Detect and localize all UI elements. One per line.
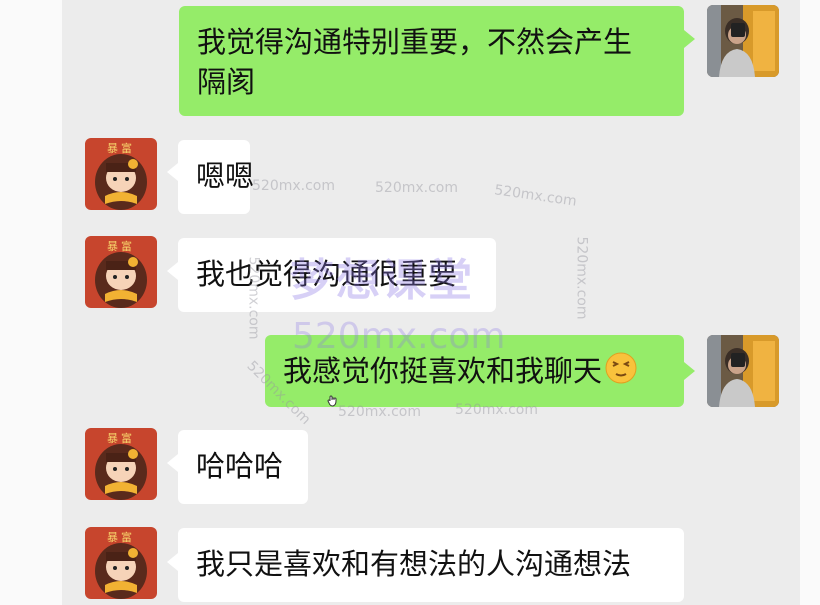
hand-cursor-icon bbox=[326, 393, 340, 412]
message-bubble[interactable]: 我觉得沟通特别重要，不然会产生 隔阂 bbox=[179, 6, 684, 116]
avatar-stamp: 暴富 bbox=[107, 531, 135, 544]
bubble-tail bbox=[167, 163, 178, 181]
contact-avatar[interactable]: 暴富 bbox=[85, 527, 157, 599]
message-text: 我感觉你挺喜欢和我聊天 bbox=[283, 354, 603, 388]
bubble-tail bbox=[684, 30, 695, 48]
smiling-face-icon bbox=[604, 351, 638, 395]
message-text: 我只是喜欢和有想法的人沟通想法 bbox=[196, 547, 632, 581]
bubble-tail bbox=[167, 553, 178, 571]
bubble-tail bbox=[684, 362, 695, 380]
watermark-text: 520mx.com bbox=[375, 180, 458, 196]
avatar-stamp: 暴富 bbox=[107, 240, 135, 253]
message-text: 嗯嗯 bbox=[196, 159, 255, 193]
message-bubble[interactable]: 我也觉得沟通很重要 bbox=[178, 238, 496, 312]
watermark-text: 520mx.com bbox=[252, 178, 335, 194]
message-bubble[interactable]: 嗯嗯 bbox=[178, 140, 255, 214]
user-avatar[interactable] bbox=[707, 335, 779, 407]
watermark-text: 520mx.com bbox=[493, 182, 578, 210]
contact-avatar[interactable]: 暴富 bbox=[85, 428, 157, 500]
contact-avatar[interactable]: 暴富 bbox=[85, 236, 157, 308]
message-text: 哈哈哈 bbox=[196, 449, 284, 483]
user-avatar[interactable] bbox=[707, 5, 779, 77]
bubble-tail bbox=[167, 262, 178, 280]
avatar-stamp: 暴富 bbox=[107, 432, 135, 445]
bubble-tail bbox=[167, 454, 178, 472]
avatar-stamp: 暴富 bbox=[107, 142, 135, 155]
message-bubble[interactable]: 哈哈哈 bbox=[178, 430, 308, 504]
message-bubble[interactable]: 我只是喜欢和有想法的人沟通想法 bbox=[178, 528, 684, 602]
message-text: 我也觉得沟通很重要 bbox=[196, 257, 458, 291]
message-text: 隔阂 bbox=[197, 65, 256, 99]
contact-avatar[interactable]: 暴富 bbox=[85, 138, 157, 210]
chat-area: 我觉得沟通特别重要，不然会产生 隔阂 暴富 嗯嗯 暴富 我也觉得沟通很重要 我感… bbox=[62, 0, 800, 605]
watermark-text: 520mx.com bbox=[573, 236, 590, 320]
message-text: 我觉得沟通特别重要，不然会产生 bbox=[197, 25, 633, 59]
